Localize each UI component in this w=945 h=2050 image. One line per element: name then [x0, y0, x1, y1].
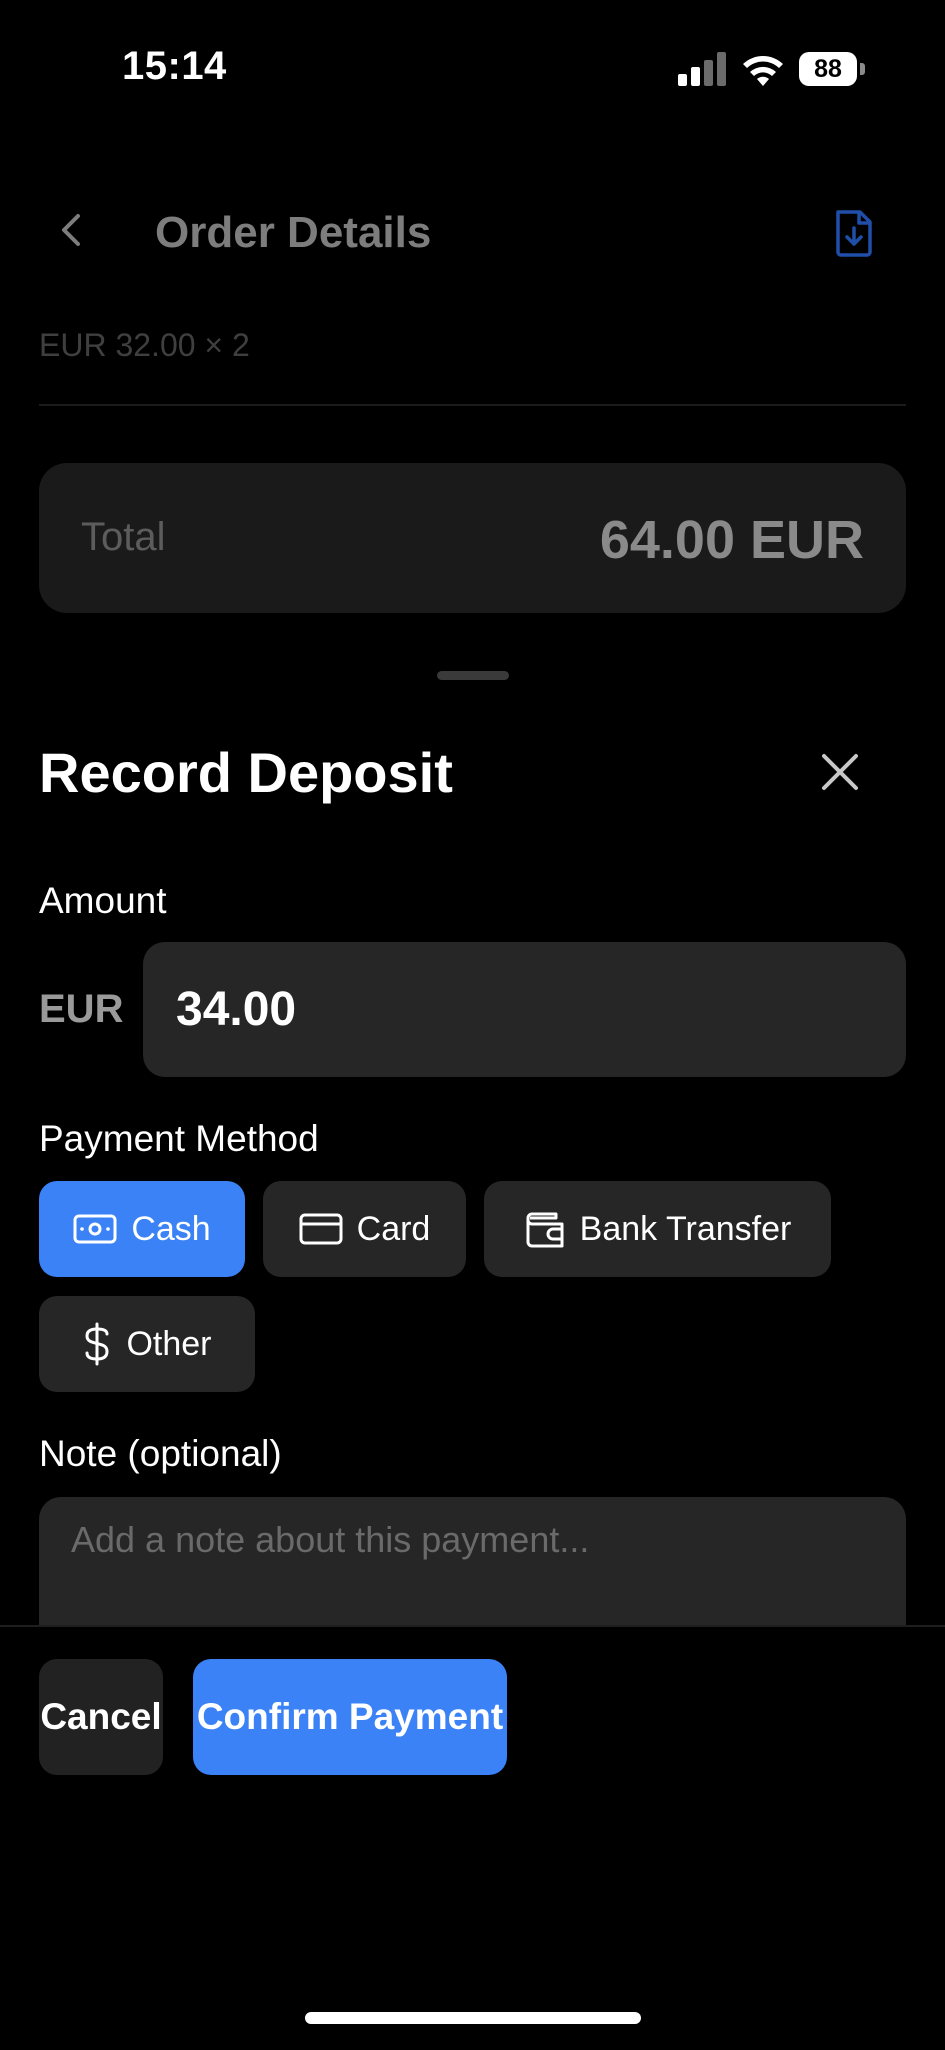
close-icon[interactable]: [818, 750, 862, 794]
cash-icon: [73, 1214, 117, 1244]
order-line-summary: EUR 32.00 × 2: [39, 327, 250, 363]
home-indicator[interactable]: [305, 2012, 641, 2024]
payment-method-label: Payment Method: [39, 1118, 319, 1159]
sheet-grabber[interactable]: [437, 671, 509, 680]
confirm-payment-button[interactable]: Confirm Payment: [193, 1659, 507, 1775]
currency-label: EUR: [39, 987, 124, 1031]
payment-method-cash[interactable]: Cash: [39, 1181, 245, 1277]
sheet-title: Record Deposit: [39, 741, 453, 804]
cancel-button[interactable]: Cancel: [39, 1659, 163, 1775]
battery-level: 88: [799, 52, 857, 86]
payment-method-label: Other: [126, 1324, 212, 1363]
note-label: Note (optional): [39, 1433, 282, 1474]
sheet-footer: Cancel Confirm Payment: [0, 1625, 945, 2050]
payment-method-card[interactable]: Card: [263, 1181, 466, 1277]
payment-method-other[interactable]: Other: [39, 1296, 255, 1392]
note-input[interactable]: [39, 1497, 906, 1637]
back-chevron-icon[interactable]: [52, 210, 92, 250]
status-time: 15:14: [122, 44, 227, 88]
cellular-signal-icon: [678, 52, 726, 86]
total-label: Total: [81, 515, 166, 559]
payment-method-label: Card: [356, 1209, 431, 1248]
wallet-icon: [526, 1212, 564, 1248]
payment-method-label: Cash: [131, 1209, 211, 1248]
payment-method-bank-transfer[interactable]: Bank Transfer: [484, 1181, 831, 1277]
battery-icon: 88: [799, 52, 865, 86]
download-document-icon[interactable]: [832, 208, 876, 258]
wifi-icon: [743, 56, 783, 86]
page-title: Order Details: [155, 208, 432, 257]
total-value: 64.00 EUR: [599, 510, 864, 570]
divider: [39, 404, 906, 406]
dollar-icon: [85, 1322, 109, 1366]
credit-card-icon: [299, 1213, 343, 1245]
amount-input[interactable]: [143, 942, 906, 1077]
payment-method-label: Bank Transfer: [579, 1209, 792, 1248]
total-card: Total 64.00 EUR: [39, 463, 906, 613]
amount-label: Amount: [39, 880, 167, 921]
